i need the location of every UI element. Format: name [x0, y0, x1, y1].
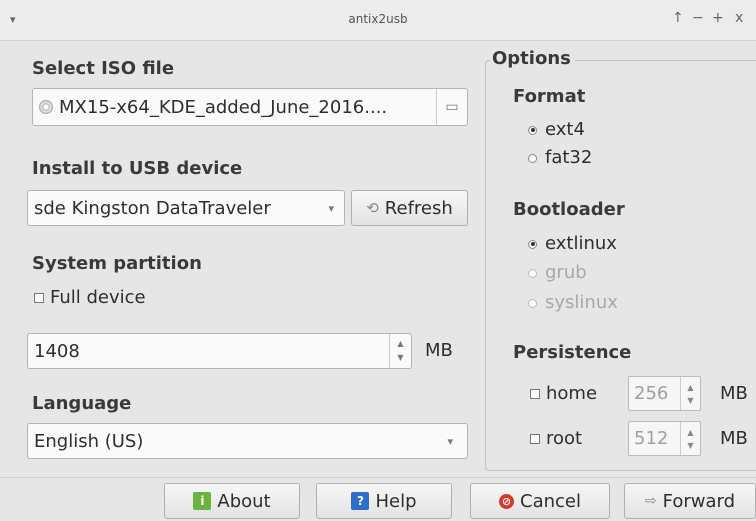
full-device-option[interactable]: Full device	[34, 287, 146, 308]
bootloader-extlinux-option[interactable]: extlinux	[528, 233, 617, 254]
format-fat32-label: fat32	[545, 147, 593, 168]
bootloader-syslinux-option: syslinux	[528, 292, 618, 313]
usb-device-select[interactable]: sde Kingston DataTraveler ▾	[27, 190, 345, 226]
spin-arrows-icon: ▲ ▼	[680, 377, 700, 410]
format-ext4-option[interactable]: ext4	[528, 119, 585, 140]
keep-above-button[interactable]: ↑	[672, 10, 684, 26]
language-value: English (US)	[34, 430, 144, 452]
refresh-button[interactable]: ⟲ Refresh	[351, 190, 468, 226]
minimize-button[interactable]: −	[692, 10, 704, 26]
chevron-down-icon: ▾	[328, 201, 334, 215]
install-usb-heading: Install to USB device	[32, 158, 243, 179]
help-button[interactable]: ? Help	[316, 483, 452, 519]
footer-separator	[0, 477, 756, 478]
persistence-home-label: home	[546, 383, 598, 404]
bootloader-syslinux-radio	[528, 298, 537, 308]
refresh-label: Refresh	[384, 197, 453, 219]
full-device-label: Full device	[50, 287, 146, 308]
forward-button[interactable]: ⇨ Forward	[624, 483, 756, 519]
iso-file-field[interactable]: MX15-x64_KDE_added_June_2016.... ▭	[32, 88, 468, 126]
cancel-label: Cancel	[520, 490, 581, 512]
root-size-spinbox: 512 ▲ ▼	[628, 421, 701, 456]
options-heading: Options	[490, 48, 575, 69]
persistence-home-option[interactable]: home	[530, 383, 597, 404]
window-title: antix2usb	[348, 12, 408, 26]
partition-size-spinbox[interactable]: 1408 ▲ ▼	[27, 333, 412, 369]
about-button[interactable]: i About	[164, 483, 300, 519]
info-icon: i	[193, 492, 212, 510]
forward-label: Forward	[662, 490, 736, 512]
format-ext4-radio[interactable]	[528, 125, 537, 135]
home-size-unit: MB	[720, 383, 748, 404]
iso-file-name: MX15-x64_KDE_added_June_2016....	[59, 96, 388, 118]
bootloader-syslinux-label: syslinux	[545, 292, 618, 313]
partition-size-unit: MB	[425, 340, 453, 361]
cancel-button[interactable]: ⊘ Cancel	[470, 483, 610, 519]
forward-arrow-icon: ⇨	[644, 493, 657, 509]
format-fat32-option[interactable]: fat32	[528, 147, 592, 168]
persistence-home-checkbox[interactable]	[530, 389, 540, 399]
persistence-root-option[interactable]: root	[530, 428, 582, 449]
help-icon: ?	[351, 492, 370, 510]
maximize-button[interactable]: +	[712, 10, 724, 26]
spin-arrows-icon[interactable]: ▲ ▼	[389, 334, 411, 368]
format-heading: Format	[513, 86, 586, 107]
select-iso-heading: Select ISO file	[32, 58, 175, 79]
language-heading: Language	[32, 393, 132, 414]
refresh-icon: ⟲	[366, 199, 379, 217]
disc-icon	[39, 100, 53, 114]
options-groupbox	[485, 60, 756, 471]
about-label: About	[217, 490, 271, 512]
format-fat32-radio[interactable]	[528, 153, 537, 163]
full-device-checkbox[interactable]	[34, 293, 44, 303]
cancel-icon: ⊘	[499, 493, 514, 509]
root-size-value: 512	[634, 428, 669, 449]
language-select[interactable]: English (US) ▾	[27, 423, 468, 459]
partition-size-value: 1408	[34, 340, 80, 362]
bootloader-grub-label: grub	[545, 262, 587, 283]
close-button[interactable]: x	[735, 10, 743, 26]
bootloader-heading: Bootloader	[513, 199, 625, 220]
persistence-root-label: root	[546, 428, 583, 449]
persistence-heading: Persistence	[513, 342, 632, 363]
bootloader-extlinux-radio[interactable]	[528, 239, 537, 249]
help-label: Help	[375, 490, 417, 512]
chevron-down-icon: ▾	[447, 434, 453, 448]
format-ext4-label: ext4	[545, 119, 585, 140]
spin-arrows-icon: ▲ ▼	[680, 422, 700, 455]
usb-device-value: sde Kingston DataTraveler	[34, 197, 271, 219]
bootloader-grub-option: grub	[528, 262, 587, 283]
browse-file-icon[interactable]: ▭	[436, 89, 467, 125]
home-size-value: 256	[634, 383, 669, 404]
root-size-unit: MB	[720, 428, 748, 449]
home-size-spinbox: 256 ▲ ▼	[628, 376, 701, 411]
bootloader-grub-radio	[528, 268, 537, 278]
persistence-root-checkbox[interactable]	[530, 434, 540, 444]
title-bar: ▾ antix2usb ↑ − + x	[0, 0, 756, 41]
bootloader-extlinux-label: extlinux	[545, 233, 617, 254]
system-partition-heading: System partition	[32, 253, 202, 274]
